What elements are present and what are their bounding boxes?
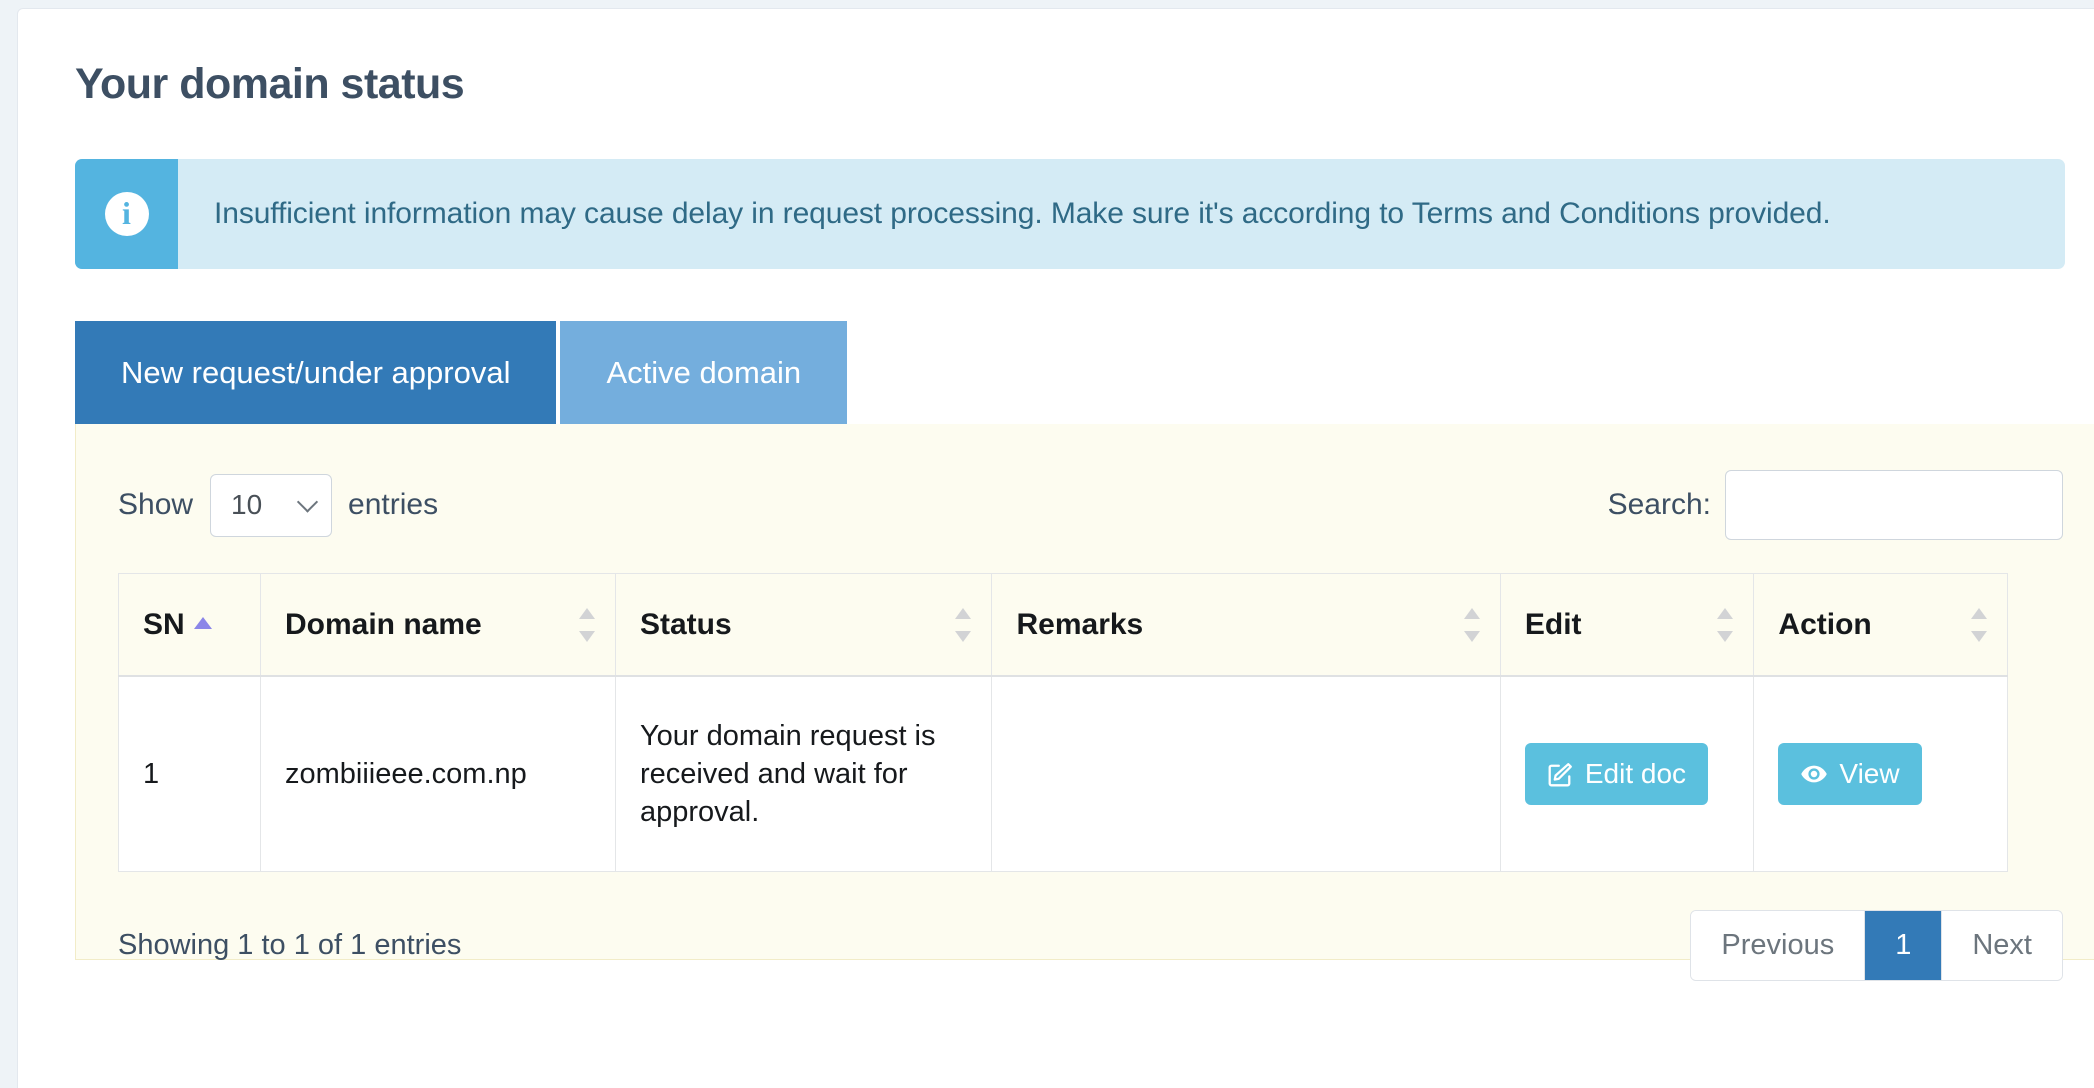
pagination-next[interactable]: Next (1942, 910, 2062, 980)
column-header-sn[interactable]: SN (118, 573, 261, 677)
pencil-square-icon (1547, 761, 1574, 788)
search-input[interactable] (1725, 470, 2063, 541)
table-row: 1 zombiiieee.com.np Your domain request … (118, 675, 2008, 873)
cell-action: View (1753, 675, 2008, 873)
pagination: Previous 1 Next (1690, 909, 2063, 981)
show-label: Show (118, 488, 194, 522)
table-head: SN Domain name Status Remarks Edit Actio… (118, 573, 2008, 677)
column-label-domain-name: Domain name (284, 607, 482, 641)
edit-doc-button[interactable]: Edit doc (1524, 743, 1709, 806)
alert-message: Insufficient information may cause delay… (214, 197, 1831, 231)
column-header-remarks[interactable]: Remarks (991, 573, 1501, 677)
entries-info: Showing 1 to 1 of 1 entries (118, 928, 462, 961)
cell-sn: 1 (118, 675, 261, 873)
column-label-action: Action (1778, 607, 1872, 641)
edit-doc-label: Edit doc (1584, 758, 1687, 790)
page-length-control: Show 10 entries (118, 473, 439, 537)
page-length-value: 10 (231, 489, 263, 521)
column-header-domain-name[interactable]: Domain name (259, 573, 616, 677)
page-title: Your domain status (75, 60, 465, 108)
column-header-edit[interactable]: Edit (1499, 573, 1755, 677)
info-circle-icon: i (104, 192, 149, 237)
entries-label: entries (348, 488, 439, 522)
chevron-down-icon (296, 491, 319, 513)
domain-table: SN Domain name Status Remarks Edit Actio… (118, 573, 2008, 873)
tab-bar: New request/under approval Active domain (75, 321, 2094, 425)
page-root: Your domain status i Insufficient inform… (0, 0, 2094, 1088)
view-label: View (1839, 758, 1900, 790)
pagination-page-1[interactable]: 1 (1865, 910, 1943, 980)
tab-panel: Show 10 entries Search: SN Domain name S… (75, 424, 2094, 981)
eye-icon (1800, 760, 1828, 788)
sort-ascending-icon (193, 616, 212, 629)
cell-remarks (991, 675, 1501, 873)
cell-domain-name: zombiiieee.com.np (259, 675, 616, 873)
table-controls: Show 10 entries Search: (118, 464, 2063, 546)
pagination-previous[interactable]: Previous (1691, 910, 1866, 980)
column-label-remarks: Remarks (1016, 607, 1144, 641)
tab-new-request[interactable]: New request/under approval (75, 321, 557, 425)
search-label: Search: (1607, 488, 1711, 522)
search-control: Search: (1607, 470, 2063, 541)
table-header-row: SN Domain name Status Remarks Edit Actio… (118, 573, 2008, 677)
column-header-status[interactable]: Status (614, 573, 993, 677)
table-body: 1 zombiiieee.com.np Your domain request … (118, 675, 2008, 873)
sort-both-icon (578, 607, 595, 642)
table-container: SN Domain name Status Remarks Edit Actio… (118, 573, 2063, 873)
sort-both-icon (955, 607, 972, 642)
column-label-edit: Edit (1524, 607, 1582, 641)
domain-status-card: Your domain status i Insufficient inform… (17, 8, 2094, 1088)
tab-active-domain[interactable]: Active domain (560, 321, 848, 425)
sort-both-icon (1717, 607, 1734, 642)
column-label-sn: SN (143, 607, 185, 641)
cell-status: Your domain request is received and wait… (614, 675, 993, 873)
cell-edit: Edit doc (1499, 675, 1755, 873)
alert-icon-container: i (75, 159, 178, 270)
view-button[interactable]: View (1778, 743, 1922, 806)
column-label-status: Status (639, 607, 732, 641)
table-footer: Showing 1 to 1 of 1 entries Previous 1 N… (118, 905, 2063, 985)
info-alert: i Insufficient information may cause del… (75, 159, 2065, 270)
sort-both-icon (1463, 607, 1480, 642)
page-length-select[interactable]: 10 (210, 473, 333, 537)
column-header-action[interactable]: Action (1753, 573, 2008, 677)
sort-both-icon (1971, 607, 1987, 642)
card-content: Your domain status i Insufficient inform… (18, 9, 2094, 981)
